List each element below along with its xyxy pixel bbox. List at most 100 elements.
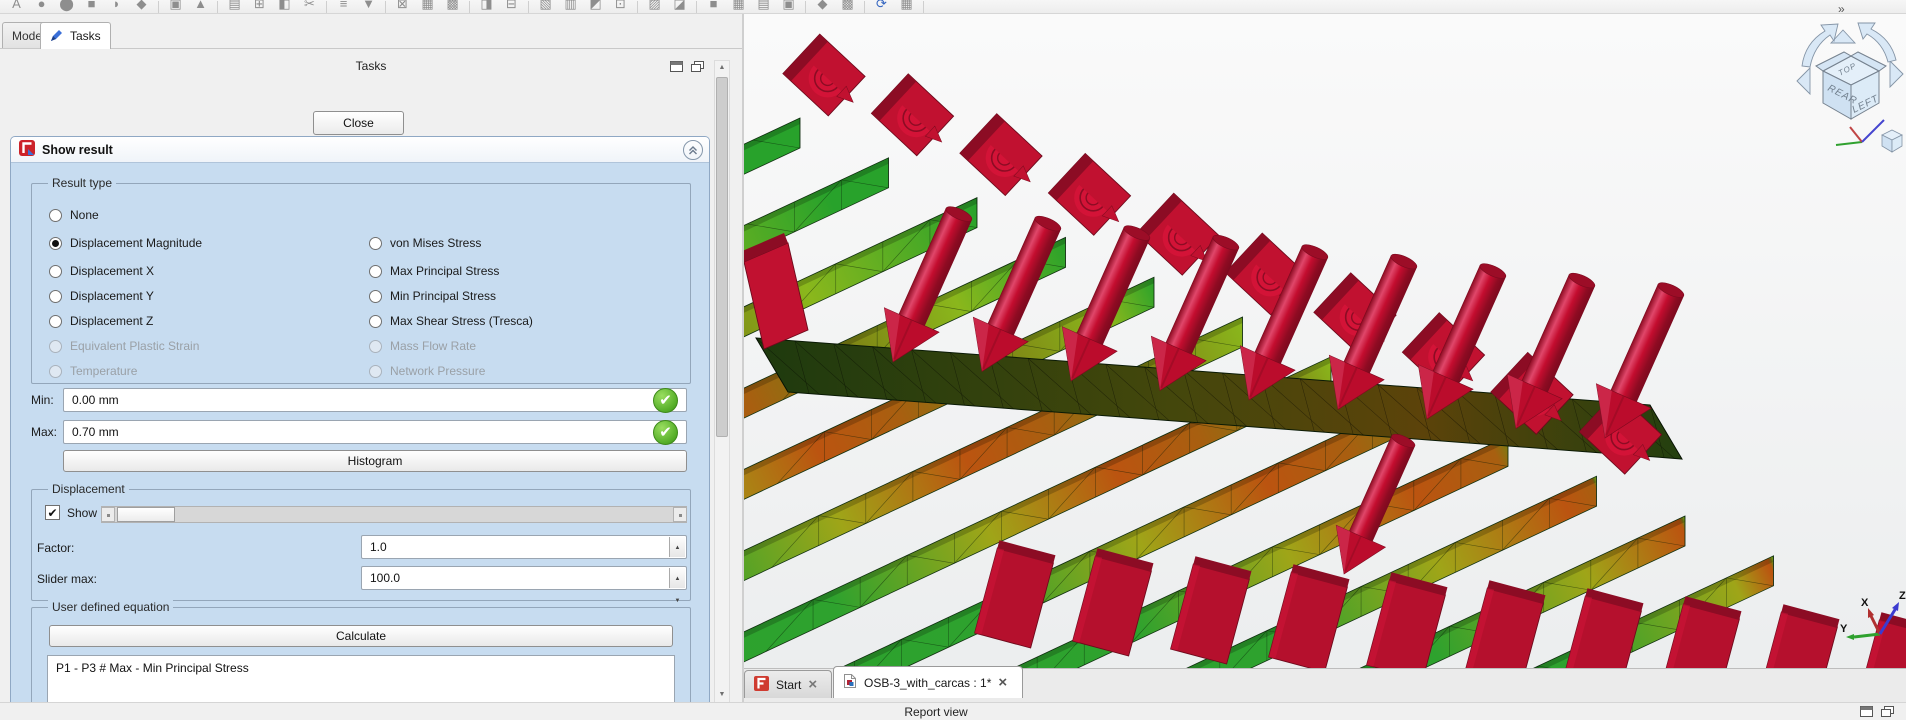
mesh-trim-icon[interactable]: ✂ <box>297 0 322 14</box>
result-purge-icon[interactable]: ◪ <box>667 0 692 14</box>
part-shapes-icon[interactable]: ◆ <box>129 0 154 14</box>
float-panel-icon[interactable] <box>1881 706 1894 717</box>
close-tab-icon[interactable]: × <box>808 678 817 692</box>
max-field[interactable]: 0.70 mm ✔ <box>63 420 687 444</box>
slider-max-field[interactable]: 100.0 ▲▼ <box>361 566 687 590</box>
collapse-icon[interactable] <box>683 140 703 160</box>
view-section-icon[interactable]: ▤ <box>751 0 776 14</box>
axis-z-label: Z <box>1899 590 1906 602</box>
toolbar-separator <box>385 1 386 13</box>
part-ellipsoid-icon[interactable]: ⬤ <box>54 0 79 14</box>
tab-document[interactable]: OSB-3_with_carcas : 1* × <box>833 666 1023 698</box>
slider-left-button[interactable] <box>101 507 115 522</box>
toolbar-separator <box>158 1 159 13</box>
view-mesh-icon[interactable]: ▦ <box>726 0 751 14</box>
axis-x-label: X <box>1861 597 1869 609</box>
constraint-pressure-icon[interactable]: ▩ <box>440 0 465 14</box>
toolbar-separator <box>217 1 218 13</box>
histogram-button[interactable]: Histogram <box>63 450 687 472</box>
grid-toggle-icon[interactable]: ▦ <box>894 0 919 14</box>
radio-von-mises-stress[interactable]: von Mises Stress <box>369 233 481 253</box>
draft-text-icon[interactable]: A <box>4 0 29 14</box>
spinner-arrows[interactable]: ▲▼ <box>669 568 685 588</box>
radio-icon <box>49 265 62 278</box>
toolbar-overflow-button[interactable]: » <box>1838 0 1858 14</box>
valid-check-icon: ✔ <box>653 420 678 445</box>
radio-icon <box>49 237 62 250</box>
toolbar-separator <box>637 1 638 13</box>
radio-equivalent-plastic-strain[interactable]: Equivalent Plastic Strain <box>49 336 199 356</box>
radio-temperature[interactable]: Temperature <box>49 361 137 381</box>
axis-y-label: Y <box>1840 623 1848 635</box>
radio-none[interactable]: None <box>49 205 99 225</box>
analysis-container-icon[interactable]: ≡ <box>331 0 356 14</box>
view-wireframe-icon[interactable]: ▣ <box>776 0 801 14</box>
radio-icon <box>49 315 62 328</box>
part-sphere-icon[interactable]: ● <box>29 0 54 14</box>
radio-network-pressure[interactable]: Network Pressure <box>369 361 485 381</box>
mesh-from-shape-icon[interactable]: ▤ <box>222 0 247 14</box>
close-tab-icon[interactable]: × <box>998 676 1007 690</box>
show-result-taskbox: Show result Result type None Displacemen… <box>10 136 710 716</box>
clipping-plane-icon[interactable]: ■ <box>701 0 726 14</box>
radio-icon <box>49 209 62 222</box>
part-extrude-icon[interactable]: ▲ <box>188 0 213 14</box>
result-show-icon[interactable]: ▨ <box>642 0 667 14</box>
toolbar-separator <box>805 1 806 13</box>
panel-scrollbar[interactable]: ▲ ▼ <box>714 60 730 703</box>
tab-start-page[interactable]: Start × <box>744 670 832 698</box>
radio-displacement-z[interactable]: Displacement Z <box>49 311 153 331</box>
constraint-force-icon[interactable]: ▦ <box>415 0 440 14</box>
tab-tasks[interactable]: Tasks <box>40 22 111 49</box>
spinner-arrows[interactable]: ▲▼ <box>669 537 685 557</box>
calculate-button[interactable]: Calculate <box>49 625 673 647</box>
show-checkbox[interactable]: ✔ <box>45 505 60 520</box>
scrollbar-thumb[interactable] <box>716 77 728 437</box>
part-box-icon[interactable]: ▣ <box>163 0 188 14</box>
radio-displacement-x[interactable]: Displacement X <box>49 261 154 281</box>
toolbar-separator <box>696 1 697 13</box>
freecad-logo-icon <box>754 676 769 694</box>
freecad-window: { "toolbar": { "overflow_button": "\u00b… <box>0 0 1906 720</box>
material-fluid-icon[interactable]: ⊟ <box>499 0 524 14</box>
scroll-up-icon[interactable]: ▲ <box>715 61 729 75</box>
radio-mass-flow-rate[interactable]: Mass Flow Rate <box>369 336 476 356</box>
close-button[interactable]: Close <box>313 111 404 135</box>
fem-scene[interactable]: REAR LEFT TOP Y <box>744 14 1906 702</box>
mesh-netgen-icon[interactable]: ▧ <box>533 0 558 14</box>
3d-viewport[interactable]: REAR LEFT TOP Y <box>744 14 1906 702</box>
radio-max-shear-stress[interactable]: Max Shear Stress (Tresca) <box>369 311 533 331</box>
radio-icon <box>369 365 382 378</box>
material-solid-icon[interactable]: ◨ <box>474 0 499 14</box>
solver-run-icon[interactable]: ▼ <box>356 0 381 14</box>
min-field[interactable]: 0.00 mm ✔ <box>63 388 687 412</box>
scroll-down-icon[interactable]: ▼ <box>715 688 729 702</box>
tab-document-label: OSB-3_with_carcas : 1* <box>864 676 991 690</box>
float-panel-icon[interactable] <box>691 61 704 72</box>
mesh-region-icon[interactable]: ◩ <box>583 0 608 14</box>
radio-min-principal-stress[interactable]: Min Principal Stress <box>369 286 496 306</box>
toolbar-separator <box>923 1 924 13</box>
mesh-cut-icon[interactable]: ◧ <box>272 0 297 14</box>
measure-icon[interactable]: ◆ <box>810 0 835 14</box>
show-result-header[interactable]: Show result <box>11 137 709 163</box>
radio-displacement-y[interactable]: Displacement Y <box>49 286 154 306</box>
taskbox-title: Show result <box>42 143 113 157</box>
mesh-gmsh-icon[interactable]: ▥ <box>558 0 583 14</box>
mesh-refine-icon[interactable]: ⊞ <box>247 0 272 14</box>
radio-max-principal-stress[interactable]: Max Principal Stress <box>369 261 499 281</box>
radio-displacement-magnitude[interactable]: Displacement Magnitude <box>49 233 202 253</box>
factor-field[interactable]: 1.0 ▲▼ <box>361 535 687 559</box>
dock-panel-icon[interactable] <box>1860 706 1873 717</box>
slider-thumb[interactable] <box>117 507 175 522</box>
part-sector-icon[interactable]: ◗ <box>104 0 129 14</box>
constraint-fixed-icon[interactable]: ⊠ <box>390 0 415 14</box>
displacement-slider[interactable] <box>101 506 687 523</box>
mesh-group-icon[interactable]: ⊡ <box>608 0 633 14</box>
refresh-icon[interactable]: ⟳ <box>869 0 894 14</box>
annotate-icon[interactable]: ▩ <box>835 0 860 14</box>
part-plane-icon[interactable]: ■ <box>79 0 104 14</box>
dock-panel-icon[interactable] <box>670 61 683 72</box>
factor-label: Factor: <box>37 541 74 555</box>
slider-right-button[interactable] <box>673 507 687 522</box>
